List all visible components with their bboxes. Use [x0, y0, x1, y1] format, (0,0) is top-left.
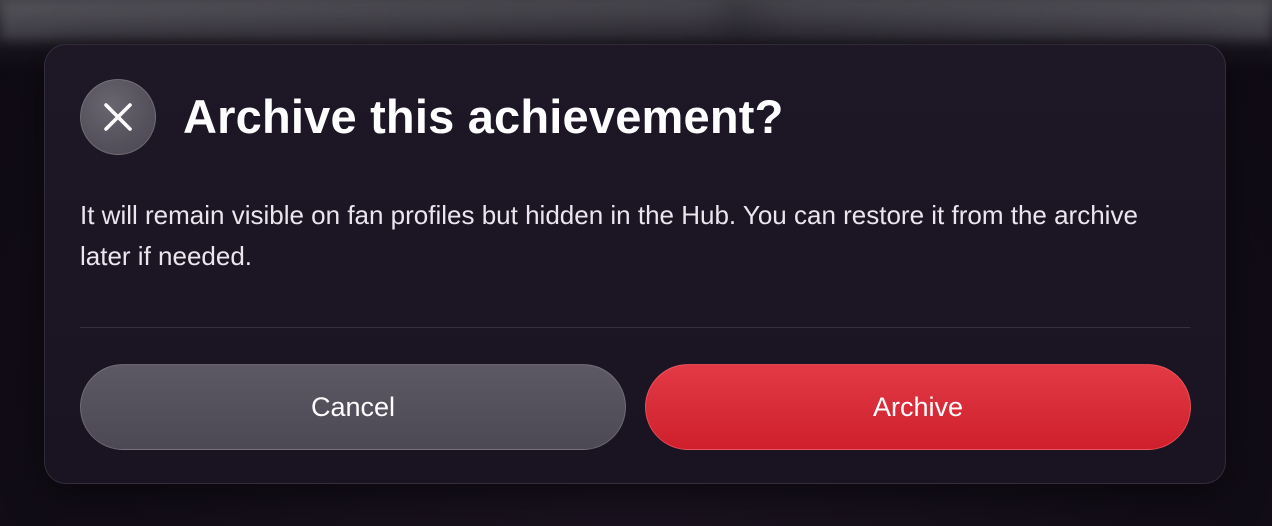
background-overlay: [0, 0, 1272, 40]
archive-confirmation-dialog: Archive this achievement? It will remain…: [44, 44, 1226, 484]
dialog-title: Archive this achievement?: [183, 90, 784, 143]
archive-button-label: Archive: [872, 391, 964, 422]
divider: [80, 327, 1190, 328]
cancel-button[interactable]: Cancel: [80, 364, 626, 450]
archive-button[interactable]: Archive: [645, 364, 1191, 450]
dialog-message: It will remain visible on fan profiles b…: [80, 200, 1138, 271]
close-icon: [103, 102, 133, 132]
cancel-button-label: Cancel: [310, 391, 396, 422]
close-button[interactable]: [80, 79, 156, 155]
